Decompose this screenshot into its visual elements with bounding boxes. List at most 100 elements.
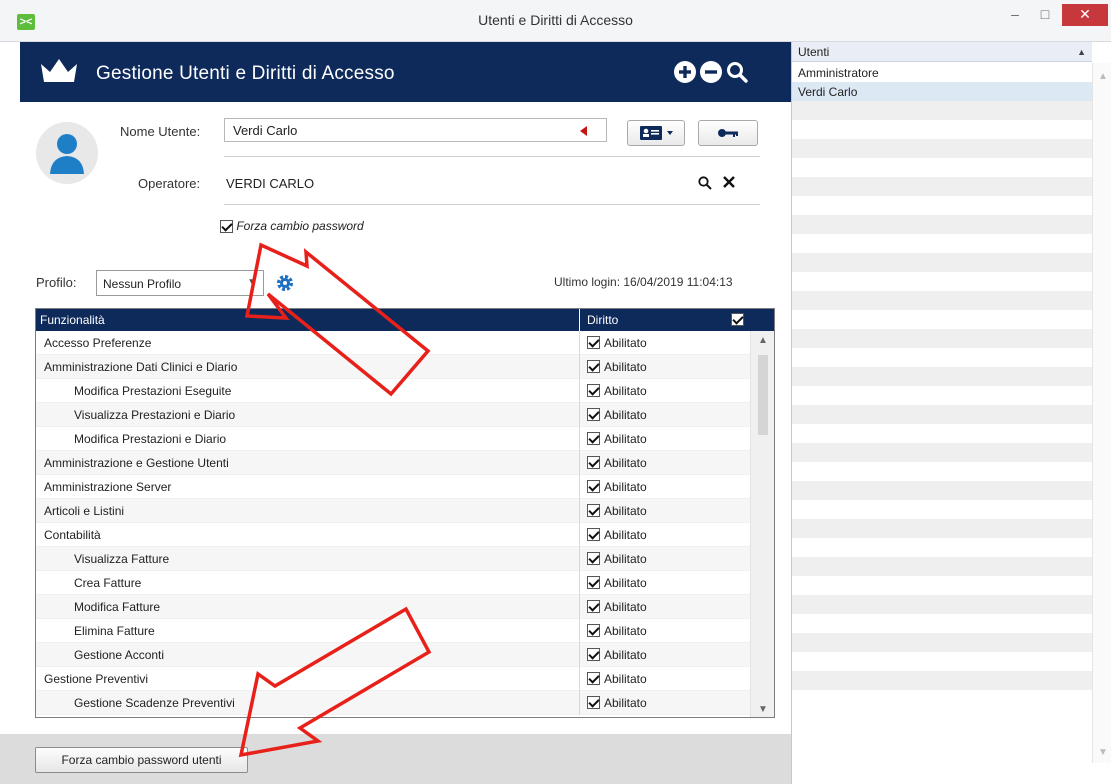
row-diritto[interactable]: Abilitato	[587, 504, 647, 518]
diritto-checkbox[interactable]	[587, 552, 600, 566]
diritto-checkbox[interactable]	[587, 648, 600, 662]
row-diritto[interactable]: Abilitato	[587, 648, 647, 662]
row-diritto[interactable]: Abilitato	[587, 480, 647, 494]
user-list-item[interactable]: Amministratore	[792, 63, 1092, 82]
row-diritto[interactable]: Abilitato	[587, 528, 647, 542]
empty-list-row	[792, 291, 1092, 310]
profilo-select[interactable]: Nessun Profilo ▼	[96, 270, 264, 296]
chevron-up-icon[interactable]: ▲	[1098, 71, 1108, 82]
table-scrollbar[interactable]: ▲ ▼	[750, 331, 774, 717]
table-row[interactable]: Modifica Fatture Abilitato	[36, 595, 774, 619]
table-row[interactable]: Gestione Scadenze Preventivi Abilitato	[36, 691, 774, 715]
diritto-checkbox[interactable]	[587, 696, 600, 710]
forza-cambio-checkbox[interactable]	[220, 220, 233, 234]
close-button[interactable]: ✕	[1062, 4, 1108, 26]
row-diritto[interactable]: Abilitato	[587, 408, 647, 422]
table-row[interactable]: Contabilità Abilitato	[36, 523, 774, 547]
add-icon[interactable]	[673, 60, 697, 84]
chevron-down-icon[interactable]: ▼	[758, 704, 768, 715]
forza-cambio-utenti-button[interactable]: Forza cambio password utenti	[35, 747, 248, 773]
diritto-label: Abilitato	[604, 624, 647, 638]
row-diritto[interactable]: Abilitato	[587, 360, 647, 374]
column-divider	[579, 379, 580, 403]
diritto-checkbox[interactable]	[587, 456, 600, 470]
chevron-down-icon: ▼	[247, 277, 257, 288]
scroll-thumb[interactable]	[758, 355, 768, 435]
row-diritto[interactable]: Abilitato	[587, 696, 647, 710]
table-row[interactable]: Crea Fatture Abilitato	[36, 571, 774, 595]
remove-icon[interactable]	[699, 60, 723, 84]
row-diritto[interactable]: Abilitato	[587, 432, 647, 446]
table-row[interactable]: Articoli e Listini Abilitato	[36, 499, 774, 523]
row-diritto[interactable]: Abilitato	[587, 384, 647, 398]
user-silhouette-icon	[50, 134, 84, 174]
row-funzionalita: Crea Fatture	[74, 576, 142, 590]
nome-utente-input[interactable]: Verdi Carlo	[224, 118, 607, 142]
diritto-checkbox[interactable]	[587, 360, 600, 374]
empty-list-row	[792, 329, 1092, 348]
col-funzionalita[interactable]: Funzionalità	[40, 313, 105, 327]
diritto-label: Abilitato	[604, 552, 647, 566]
table-row[interactable]: Modifica Prestazioni Eseguite Abilitato	[36, 379, 774, 403]
user-list-item[interactable]: Verdi Carlo	[792, 82, 1092, 101]
table-row[interactable]: Modifica Prestazioni e Diario Abilitato	[36, 427, 774, 451]
col-diritto[interactable]: Diritto	[587, 313, 618, 327]
table-row[interactable]: Elimina Fatture Abilitato	[36, 619, 774, 643]
select-all-checkbox[interactable]	[731, 313, 744, 326]
chevron-down-icon[interactable]: ▼	[1098, 747, 1108, 758]
empty-list-row	[792, 120, 1092, 139]
column-divider	[579, 667, 580, 691]
diritto-checkbox[interactable]	[587, 528, 600, 542]
empty-list-row	[792, 177, 1092, 196]
table-row[interactable]: Amministrazione e Gestione Utenti Abilita…	[36, 451, 774, 475]
row-diritto[interactable]: Abilitato	[587, 624, 647, 638]
diritto-checkbox[interactable]	[587, 336, 600, 350]
forza-cambio-password[interactable]: Forza cambio password	[220, 219, 364, 234]
column-divider	[579, 691, 580, 715]
maximize-button[interactable]: □	[1030, 4, 1060, 26]
empty-list-row	[792, 519, 1092, 538]
diritto-checkbox[interactable]	[587, 672, 600, 686]
table-row[interactable]: Accesso Preferenze Abilitato	[36, 331, 774, 355]
diritto-checkbox[interactable]	[587, 432, 600, 446]
diritto-checkbox[interactable]	[587, 624, 600, 638]
diritto-checkbox[interactable]	[587, 480, 600, 494]
row-diritto[interactable]: Abilitato	[587, 456, 647, 470]
diritto-checkbox[interactable]	[587, 576, 600, 590]
users-scrollbar[interactable]: ▲ ▼	[1092, 63, 1111, 763]
diritto-label: Abilitato	[604, 672, 647, 686]
users-list-header[interactable]: Utenti ▲	[792, 42, 1092, 62]
table-row[interactable]: Visualizza Prestazioni e Diario Abilitato	[36, 403, 774, 427]
clear-operator-icon[interactable]	[722, 175, 736, 189]
table-row[interactable]: Amministrazione Server Abilitato	[36, 475, 774, 499]
diritto-checkbox[interactable]	[587, 384, 600, 398]
users-header-label: Utenti	[798, 45, 830, 59]
table-row[interactable]: Gestione Preventivi Abilitato	[36, 667, 774, 691]
operator-search-icon[interactable]	[697, 175, 713, 191]
table-row[interactable]: Visualizza Fatture Abilitato	[36, 547, 774, 571]
row-diritto[interactable]: Abilitato	[587, 576, 647, 590]
table-row[interactable]: Gestione Acconti Abilitato	[36, 643, 774, 667]
row-diritto[interactable]: Abilitato	[587, 552, 647, 566]
diritto-checkbox[interactable]	[587, 600, 600, 614]
diritto-label: Abilitato	[604, 456, 647, 470]
empty-list-row	[792, 443, 1092, 462]
user-card-button[interactable]	[627, 120, 685, 146]
diritto-checkbox[interactable]	[587, 408, 600, 422]
password-key-button[interactable]	[698, 120, 758, 146]
row-diritto[interactable]: Abilitato	[587, 336, 647, 350]
row-diritto[interactable]: Abilitato	[587, 600, 647, 614]
diritto-label: Abilitato	[604, 480, 647, 494]
search-icon[interactable]	[725, 60, 749, 84]
minimize-button[interactable]: –	[1000, 4, 1030, 26]
gear-icon[interactable]	[275, 273, 295, 293]
rights-table: Funzionalità Diritto Accesso Preferenze A…	[35, 308, 775, 718]
diritto-checkbox[interactable]	[587, 504, 600, 518]
row-diritto[interactable]: Abilitato	[587, 672, 647, 686]
table-row[interactable]: Amministrazione Dati Clinici e Diario Abi…	[36, 355, 774, 379]
empty-list-row	[792, 557, 1092, 576]
crown-icon	[41, 59, 77, 82]
chevron-up-icon[interactable]: ▲	[758, 335, 768, 346]
diritto-label: Abilitato	[604, 360, 647, 374]
row-funzionalita: Gestione Scadenze Preventivi	[74, 696, 235, 710]
